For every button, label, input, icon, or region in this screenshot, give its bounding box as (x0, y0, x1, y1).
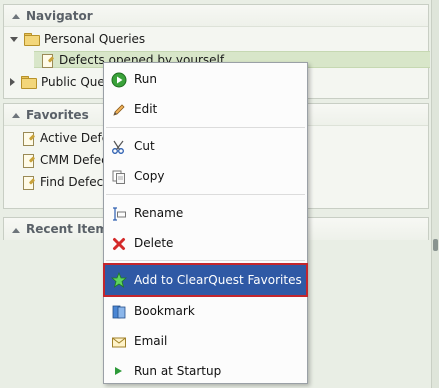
copy-icon (112, 170, 125, 184)
menu-item-label: Add to ClearQuest Favorites (134, 273, 302, 287)
query-icon (22, 175, 36, 190)
menu-item-delete[interactable]: Delete (105, 229, 306, 258)
tree-item-label: Personal Queries (44, 32, 146, 46)
menu-item-label: Run (134, 72, 158, 86)
menu-item-label: Run at Startup (134, 364, 222, 378)
menu-item-label: Bookmark (134, 304, 195, 318)
menu-separator (106, 127, 305, 128)
run-icon (111, 72, 127, 88)
menu-item-run-at-startup[interactable]: Run at Startup (105, 357, 306, 386)
menu-item-rename[interactable]: Rename (105, 199, 306, 228)
tree-item-personal-queries[interactable]: Personal Queries (10, 30, 145, 48)
query-icon (41, 53, 55, 68)
splitter-handle[interactable] (433, 239, 438, 251)
recent-items-title: Recent Items (26, 222, 116, 236)
navigator-title: Navigator (26, 8, 93, 23)
favorite-item[interactable]: Find Defects (22, 173, 114, 191)
rename-icon (113, 207, 126, 221)
query-icon (22, 131, 36, 146)
menu-item-label: Delete (134, 236, 174, 250)
collapse-icon[interactable] (11, 225, 20, 234)
right-edge-strip (431, 0, 439, 388)
star-icon (111, 272, 127, 288)
menu-item-label: Edit (134, 102, 158, 116)
folder-icon (24, 33, 40, 46)
context-menu: Run Edit Cut Copy Rename Delete Add to C… (103, 62, 308, 384)
menu-item-run[interactable]: Run (105, 65, 306, 94)
collapse-icon[interactable] (11, 110, 20, 119)
menu-item-label: Rename (134, 206, 184, 220)
collapsed-arrow-icon[interactable] (10, 78, 15, 86)
scissors-icon (112, 140, 124, 154)
pencil-icon (113, 104, 125, 116)
bookmark-icon (112, 305, 126, 319)
menu-item-bookmark[interactable]: Bookmark (105, 297, 306, 326)
query-icon (22, 153, 36, 168)
menu-item-email[interactable]: Email (105, 327, 306, 356)
menu-item-label: Email (134, 334, 168, 348)
favorites-title: Favorites (26, 107, 89, 122)
menu-separator (106, 260, 305, 261)
menu-item-label: Copy (134, 169, 165, 183)
expand-arrow-icon[interactable] (10, 36, 18, 42)
email-icon (112, 337, 126, 348)
navigator-header[interactable]: Navigator (4, 5, 428, 27)
menu-separator (106, 194, 305, 195)
menu-item-edit[interactable]: Edit (105, 95, 306, 124)
menu-item-cut[interactable]: Cut (105, 132, 306, 161)
delete-icon (113, 238, 125, 250)
menu-item-copy[interactable]: Copy (105, 162, 306, 191)
menu-item-add-to-favorites[interactable]: Add to ClearQuest Favorites (103, 263, 308, 297)
collapse-icon[interactable] (11, 11, 20, 20)
menu-item-label: Cut (134, 139, 155, 153)
play-arrow-icon (115, 367, 122, 375)
folder-icon (21, 76, 37, 89)
